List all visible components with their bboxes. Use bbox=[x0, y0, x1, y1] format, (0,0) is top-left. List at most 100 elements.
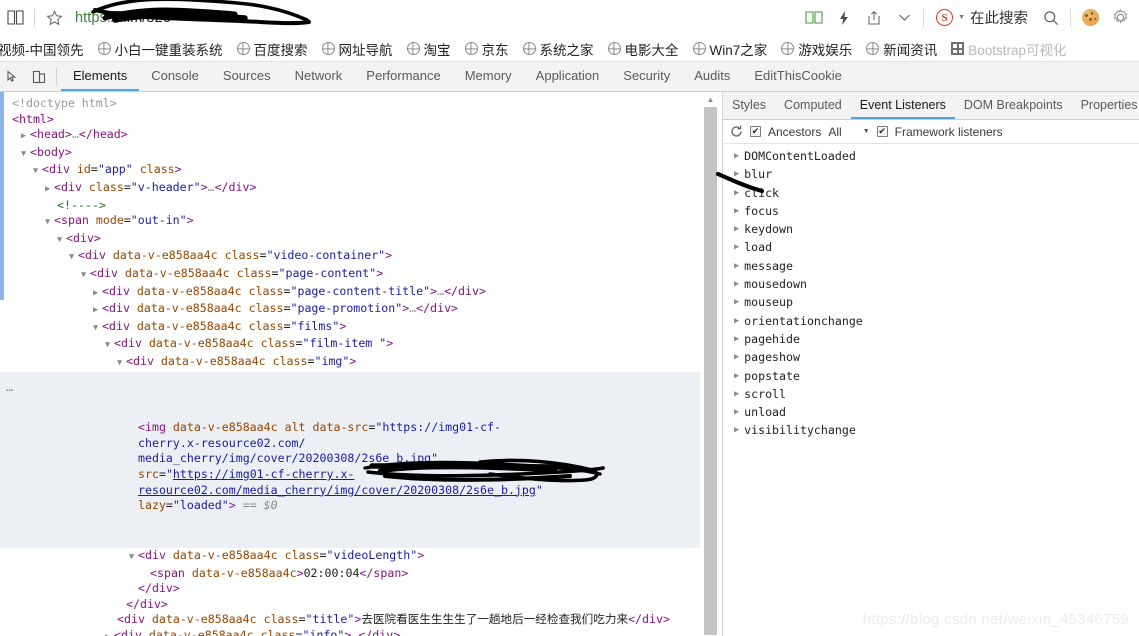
expand-arrow-icon[interactable]: ▶ bbox=[734, 367, 739, 385]
expand-arrow-icon[interactable]: ▶ bbox=[734, 403, 739, 421]
dom-node-films[interactable]: <div data-v-e858aa4c class="films"> bbox=[0, 319, 700, 337]
bookmark-item[interactable]: Win7之家 bbox=[686, 37, 775, 61]
expand-arrow-icon[interactable] bbox=[93, 286, 102, 302]
share-icon[interactable] bbox=[859, 3, 889, 33]
dom-node-img-wrapper[interactable]: <div data-v-e858aa4c class="img"> bbox=[0, 354, 700, 372]
expand-arrow-icon[interactable]: ▶ bbox=[734, 184, 739, 202]
bookmark-item[interactable]: 网址导航 bbox=[315, 37, 400, 61]
bookmark-item[interactable]: 系统之家 bbox=[516, 37, 601, 61]
expand-arrow-icon[interactable] bbox=[45, 182, 54, 198]
event-listener-row[interactable]: ▶message bbox=[723, 257, 1139, 275]
cookie-icon[interactable] bbox=[1075, 3, 1105, 33]
dom-node-page-content-title[interactable]: <div data-v-e858aa4c class="page-content… bbox=[0, 284, 700, 302]
star-icon[interactable] bbox=[39, 3, 69, 33]
img-src-link[interactable]: https://img01-cf-cherry.x-resource02.com… bbox=[138, 467, 536, 497]
event-listener-row[interactable]: ▶mousedown bbox=[723, 275, 1139, 293]
tab-elements[interactable]: Elements bbox=[61, 62, 139, 91]
collapse-arrow-icon[interactable] bbox=[21, 147, 30, 163]
search-engine-chevron-icon[interactable]: ▼ bbox=[958, 14, 965, 21]
expand-arrow-icon[interactable]: ▶ bbox=[734, 312, 739, 330]
dom-node-comment[interactable]: <!----> bbox=[0, 198, 700, 214]
bookmark-item[interactable]: 京东 bbox=[458, 37, 516, 61]
dom-node-html[interactable]: <html> bbox=[0, 112, 700, 128]
dom-node-page-content[interactable]: <div data-v-e858aa4c class="page-content… bbox=[0, 266, 700, 284]
tab-console[interactable]: Console bbox=[139, 62, 211, 91]
dom-node-videolength-span[interactable]: <span data-v-e858aa4c>02:00:04</span> bbox=[0, 566, 700, 582]
dom-node-videolength[interactable]: <div data-v-e858aa4c class="videoLength"… bbox=[0, 548, 700, 566]
expand-arrow-icon[interactable]: ▶ bbox=[734, 330, 739, 348]
book-open-icon[interactable] bbox=[799, 3, 829, 33]
dom-node-film-item-open[interactable]: <div data-v-e858aa4c class="film-item "> bbox=[0, 336, 700, 354]
dom-node-div-wrapper[interactable]: <div> bbox=[0, 231, 700, 249]
dom-node-videolength-close[interactable]: </div> bbox=[0, 581, 700, 597]
event-listener-row[interactable]: ▶mouseup bbox=[723, 293, 1139, 311]
expand-arrow-icon[interactable]: ▶ bbox=[734, 220, 739, 238]
url-bar[interactable]: https://film/823 bbox=[69, 3, 799, 33]
event-listener-row[interactable]: ▶click bbox=[723, 184, 1139, 202]
scroll-up-arrow-icon[interactable]: ▲ bbox=[703, 92, 718, 107]
tab-network[interactable]: Network bbox=[283, 62, 355, 91]
tab-editthiscookie[interactable]: EditThisCookie bbox=[742, 62, 853, 91]
event-listener-row[interactable]: ▶load bbox=[723, 238, 1139, 256]
bookmark-item[interactable]: 电影大全 bbox=[601, 37, 686, 61]
dom-node-v-header[interactable]: <div class="v-header">…</div> bbox=[0, 180, 700, 198]
tab-security[interactable]: Security bbox=[611, 62, 682, 91]
expand-arrow-icon[interactable]: ▶ bbox=[734, 421, 739, 439]
expand-arrow-icon[interactable]: ▶ bbox=[734, 165, 739, 183]
event-listener-row[interactable]: ▶visibilitychange bbox=[723, 421, 1139, 439]
device-toolbar-icon[interactable] bbox=[26, 62, 52, 91]
event-listener-row[interactable]: ▶DOMContentLoaded bbox=[723, 147, 1139, 165]
collapse-arrow-icon[interactable] bbox=[81, 268, 90, 284]
bookmark-item[interactable]: 小白一键重装系统 bbox=[91, 37, 230, 61]
tab-sources[interactable]: Sources bbox=[211, 62, 283, 91]
expand-arrow-icon[interactable]: ▶ bbox=[734, 238, 739, 256]
collapse-arrow-icon[interactable] bbox=[57, 233, 66, 249]
event-listener-row[interactable]: ▶pageshow bbox=[723, 348, 1139, 366]
dom-node-span-transition[interactable]: <span mode="out-in"> bbox=[0, 213, 700, 231]
tab-performance[interactable]: Performance bbox=[354, 62, 452, 91]
dom-node-page-promotion[interactable]: <div data-v-e858aa4c class="page-promoti… bbox=[0, 301, 700, 319]
collapse-arrow-icon[interactable] bbox=[45, 215, 54, 231]
tab-application[interactable]: Application bbox=[524, 62, 612, 91]
bookmark-item[interactable]: 视频-中国领先 bbox=[0, 37, 91, 61]
scrollbar-thumb[interactable] bbox=[704, 107, 717, 635]
bookmark-item[interactable]: Bootstrap可视化 bbox=[944, 37, 1073, 61]
expand-arrow-icon[interactable] bbox=[21, 129, 30, 145]
tab-memory[interactable]: Memory bbox=[453, 62, 524, 91]
tab-event-listeners[interactable]: Event Listeners bbox=[851, 92, 955, 119]
expand-arrow-icon[interactable]: ▶ bbox=[734, 293, 739, 311]
event-listener-row[interactable]: ▶focus bbox=[723, 202, 1139, 220]
collapse-arrow-icon[interactable] bbox=[33, 164, 42, 180]
dom-node-info[interactable]: <div data-v-e858aa4c class="info">…</div… bbox=[0, 628, 700, 636]
tab-dom-breakpoints[interactable]: DOM Breakpoints bbox=[955, 92, 1072, 119]
collapse-arrow-icon[interactable] bbox=[105, 338, 114, 354]
dom-node-img-wrapper-close[interactable]: </div> bbox=[0, 597, 700, 613]
refresh-icon[interactable] bbox=[730, 125, 743, 138]
framework-listeners-checkbox[interactable]: ✔ bbox=[877, 126, 888, 137]
collapse-arrow-icon[interactable] bbox=[129, 550, 138, 566]
dom-node-ellipsis-button[interactable]: … bbox=[6, 380, 14, 396]
search-box[interactable]: S ▼ 在此搜索 bbox=[928, 7, 1036, 28]
tab-audits[interactable]: Audits bbox=[682, 62, 742, 91]
gear-icon[interactable] bbox=[1105, 3, 1135, 33]
tab-properties[interactable]: Properties bbox=[1072, 92, 1139, 119]
dom-node-app[interactable]: <div id="app" class> bbox=[0, 162, 700, 180]
expand-arrow-icon[interactable]: ▶ bbox=[734, 348, 739, 366]
event-listener-row[interactable]: ▶unload bbox=[723, 403, 1139, 421]
tab-styles[interactable]: Styles bbox=[723, 92, 775, 119]
expand-arrow-icon[interactable]: ▶ bbox=[734, 147, 739, 165]
dom-node-video-container[interactable]: <div data-v-e858aa4c class="video-contai… bbox=[0, 248, 700, 266]
chevron-down-icon[interactable] bbox=[889, 3, 919, 33]
ancestors-checkbox[interactable]: ✔ bbox=[750, 126, 761, 137]
dom-node-head[interactable]: <head>…</head> bbox=[0, 127, 700, 145]
expand-arrow-icon[interactable]: ▶ bbox=[734, 385, 739, 403]
event-listener-row[interactable]: ▶popstate bbox=[723, 367, 1139, 385]
expand-arrow-icon[interactable]: ▶ bbox=[734, 275, 739, 293]
expand-arrow-icon[interactable] bbox=[105, 630, 114, 636]
event-listener-row[interactable]: ▶pagehide bbox=[723, 330, 1139, 348]
event-listener-row[interactable]: ▶scroll bbox=[723, 385, 1139, 403]
dom-node-title[interactable]: <div data-v-e858aa4c class="title">去医院看医… bbox=[0, 612, 700, 628]
bookmark-item[interactable]: 百度搜索 bbox=[230, 37, 315, 61]
dom-node-body[interactable]: <body> bbox=[0, 145, 700, 163]
bookmark-item[interactable]: 游戏娱乐 bbox=[774, 37, 859, 61]
